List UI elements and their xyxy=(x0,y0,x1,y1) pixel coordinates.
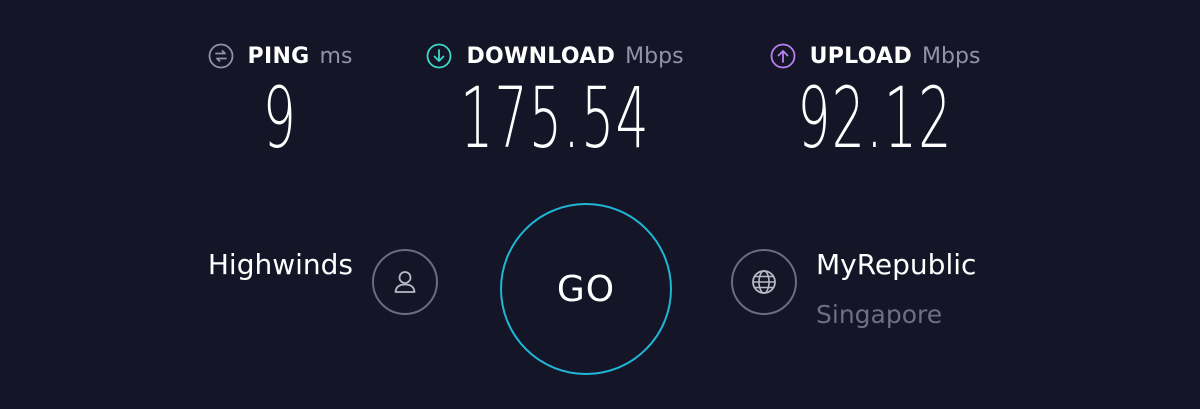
download-arrow-icon xyxy=(426,43,452,69)
go-label: GO xyxy=(556,268,616,310)
ping-unit: ms xyxy=(319,43,353,69)
upload-header: UPLOAD Mbps xyxy=(740,40,1010,72)
download-metric: DOWNLOAD Mbps 175.54 xyxy=(400,40,710,160)
download-label: DOWNLOAD xyxy=(466,43,616,69)
user-icon xyxy=(389,266,421,298)
upload-metric: UPLOAD Mbps 92.12 xyxy=(740,40,1010,160)
isp-button[interactable] xyxy=(731,249,797,315)
ping-value: 9 xyxy=(262,69,298,167)
change-server-button[interactable] xyxy=(372,249,438,315)
upload-unit: Mbps xyxy=(922,43,981,69)
download-unit: Mbps xyxy=(625,43,684,69)
go-button[interactable]: GO xyxy=(500,203,672,375)
ping-metric: PING ms 9 xyxy=(190,40,370,160)
download-header: DOWNLOAD Mbps xyxy=(400,40,710,72)
isp-name: MyRepublic xyxy=(816,248,977,281)
isp-location: Singapore xyxy=(816,300,943,329)
ping-header: PING ms xyxy=(190,40,370,72)
globe-icon xyxy=(748,266,780,298)
download-value: 175.54 xyxy=(460,69,650,167)
ping-label: PING xyxy=(247,43,310,69)
upload-arrow-icon xyxy=(770,43,796,69)
upload-value: 92.12 xyxy=(797,69,953,167)
ping-icon xyxy=(208,43,234,69)
host-name[interactable]: Highwinds xyxy=(208,248,353,281)
upload-label: UPLOAD xyxy=(809,43,913,69)
